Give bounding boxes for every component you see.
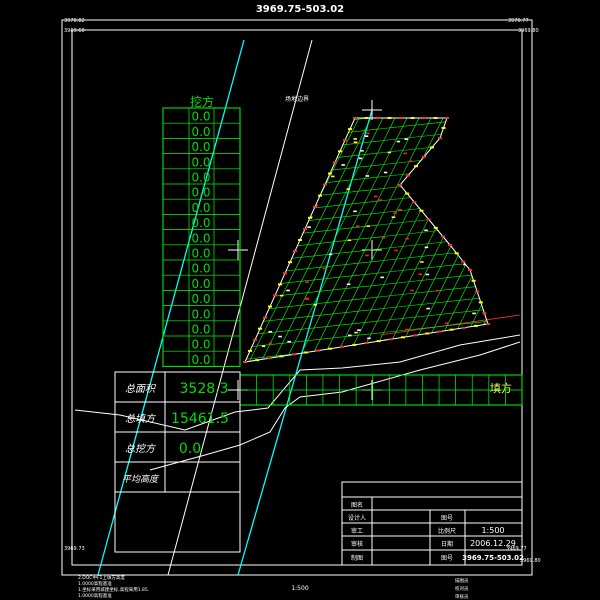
note-1: 2.DOC中F1上填方高度 <box>78 574 125 581</box>
summary-value-area: 3528.3 <box>180 381 229 397</box>
red-reference-line <box>379 314 521 336</box>
tb-label-number-a: 图号 <box>441 515 453 522</box>
note-4: 1.0000高程基准 <box>78 592 112 599</box>
excavation-value: 0.0 <box>191 110 210 124</box>
excavation-value: 0.0 <box>191 292 210 306</box>
summary-label-fill: 总填方 <box>125 413 157 425</box>
fill-header: 填方 <box>490 381 512 395</box>
tb-label-scale: 比例尺 <box>438 527 456 535</box>
summary-value-fill: 15461.5 <box>171 411 229 427</box>
note-3: 1.坐标采用城建坐标,高程采用1.85. <box>78 586 149 593</box>
tb-label-drafter: 制图 <box>351 554 363 562</box>
fill-row-table: 填方 <box>239 374 523 406</box>
excavation-value: 0.0 <box>191 201 210 215</box>
excavation-value: 0.0 <box>191 338 210 352</box>
note-2: 1.0000高程基准 <box>78 580 112 587</box>
summary-label-cut: 总挖方 <box>125 443 157 455</box>
excavation-value: 0.0 <box>191 323 210 337</box>
tb-label-drawing-name: 图名 <box>351 501 363 509</box>
footer-scale: 1:500 <box>291 585 308 592</box>
excavation-value: 0.0 <box>191 247 210 261</box>
summary-value-cut: 0.0 <box>179 441 201 457</box>
corner-label-tr-b: 3969.80 <box>518 28 539 34</box>
title-block: 图名 设计人 图号 审工 比例尺 1:500 审核 日期 2006.12.29 … <box>341 481 524 566</box>
excavation-header: 挖方 <box>190 94 214 109</box>
excavation-value: 0.0 <box>191 140 210 154</box>
footer-mark-2: 校对员 <box>455 585 469 592</box>
footer-mark-1: 描图员 <box>455 577 469 584</box>
excavation-value: 0.0 <box>191 216 210 230</box>
excavation-value: 0.0 <box>191 307 210 321</box>
grid-point-markers <box>243 117 490 363</box>
drawing-title: 3969.75-503.02 <box>256 4 344 15</box>
tb-value-number: 3969.75-503.02 <box>462 554 524 562</box>
tb-label-check: 审核 <box>351 540 363 548</box>
excavation-value: 0.0 <box>191 186 210 200</box>
excavation-column-table: 挖方 0.00.00.00.00.00.00.00.00.00.00.00.00… <box>162 94 241 367</box>
corner-label-tl-b: 3969.60 <box>64 28 85 34</box>
cad-drawing: 3969.75-503.02 3970.82 3969.60 3970.77 3… <box>61 4 541 600</box>
corner-label-bl: 3969.73 <box>64 546 85 552</box>
boundary-label: 场地边界 <box>285 95 309 103</box>
corner-label-tr-a: 3970.77 <box>508 18 529 24</box>
fill-area-grid <box>245 118 488 362</box>
excavation-value: 0.0 <box>191 353 210 367</box>
tb-label-designer: 设计人 <box>348 514 366 522</box>
summary-label-area: 总面积 <box>125 383 157 395</box>
corner-label-tl-a: 3970.82 <box>64 18 85 24</box>
footer-mark-3: 审核员 <box>455 593 469 600</box>
tb-label-reviewer: 审工 <box>351 527 363 535</box>
excavation-value: 0.0 <box>191 125 210 139</box>
tb-label-date: 日期 <box>441 540 453 548</box>
excavation-value: 0.0 <box>191 155 210 169</box>
tb-value-scale: 1:500 <box>481 526 504 535</box>
excavation-value: 0.0 <box>191 231 210 245</box>
excavation-value: 0.0 <box>191 262 210 276</box>
tb-label-number-b: 图号 <box>441 555 453 562</box>
summary-table: 总面积 3528.3 总填方 15461.5 总挖方 0.0 平均高度 <box>114 371 241 553</box>
excavation-value: 0.0 <box>191 277 210 291</box>
boundary-line-left <box>97 39 245 576</box>
summary-label-avg-height: 平均高度 <box>122 474 160 485</box>
tb-value-date: 2006.12.29 <box>470 539 516 548</box>
excavation-value: 0.0 <box>191 171 210 185</box>
